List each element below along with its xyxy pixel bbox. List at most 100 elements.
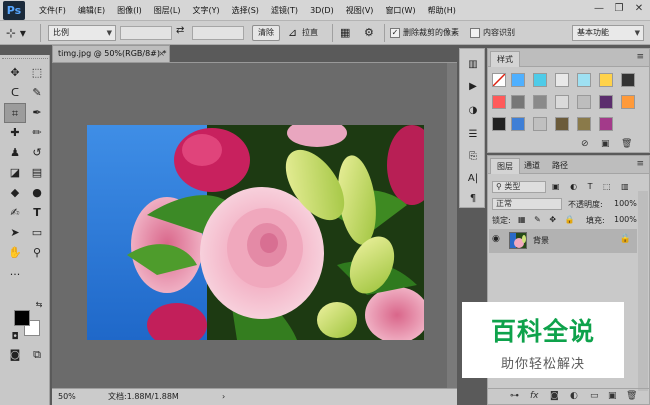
eye-icon[interactable]: ◉ (492, 234, 500, 244)
overlay-grid-icon[interactable]: ▦ (340, 25, 350, 41)
blur-tool-icon[interactable]: ◆ (4, 183, 26, 203)
character-panel-icon[interactable]: A| (465, 171, 481, 187)
path-selection-tool-icon[interactable]: ➤ (4, 223, 26, 243)
new-style-icon[interactable]: ▣ (601, 139, 610, 149)
new-layer-icon[interactable]: ▣ (608, 391, 617, 401)
menu-layer[interactable]: 图层(L) (148, 0, 187, 21)
blend-mode-select[interactable]: 正常 (492, 198, 562, 210)
folder-icon[interactable]: ▭ (590, 391, 599, 401)
menu-view[interactable]: 视图(V) (340, 0, 380, 21)
trash-icon[interactable]: 🗑 (621, 139, 632, 149)
pen-tool-icon[interactable]: ✍ (4, 203, 26, 223)
menu-type[interactable]: 文字(Y) (186, 0, 225, 21)
style-swatch[interactable] (621, 95, 635, 109)
adjustments-panel-icon[interactable]: ◑ (465, 103, 481, 119)
menu-select[interactable]: 选择(S) (226, 0, 265, 21)
clone-source-panel-icon[interactable]: ⎘ (465, 149, 481, 165)
type-tool-icon[interactable]: T (26, 203, 48, 223)
swap-colors-icon[interactable]: ⇆ (28, 295, 50, 315)
style-swatch[interactable] (599, 117, 613, 131)
fx-icon[interactable]: fx (530, 391, 539, 401)
eyedropper-tool-icon[interactable]: ✒ (26, 103, 48, 123)
eraser-tool-icon[interactable]: ◪ (4, 163, 26, 183)
style-swatch[interactable] (533, 73, 547, 87)
menu-file[interactable]: 文件(F) (33, 0, 72, 21)
delete-cropped-checkbox[interactable]: ✓ (390, 28, 400, 38)
panel-menu-icon[interactable]: ≡ (636, 52, 644, 62)
tab-paths[interactable]: 路径 (546, 158, 574, 174)
swap-dimensions-icon[interactable]: ⇄ (176, 25, 188, 36)
actions-play-icon[interactable]: ▶ (465, 79, 481, 95)
layer-filter-icons[interactable]: ▣ ◐ T ⬚ ▥ (552, 182, 633, 191)
tab-styles[interactable]: 样式 (490, 51, 520, 67)
zoom-level[interactable]: 50% (58, 389, 76, 405)
style-swatch[interactable] (599, 73, 613, 87)
style-swatch[interactable] (511, 117, 525, 131)
style-swatch[interactable] (599, 95, 613, 109)
style-swatch[interactable] (555, 117, 569, 131)
document-tab[interactable]: timg.jpg @ 50%(RGB/8#) * × (52, 45, 170, 62)
style-swatch[interactable] (555, 73, 569, 87)
brush-tool-icon[interactable]: ✏ (26, 123, 48, 143)
clear-style-icon[interactable]: ⊘ (581, 139, 589, 149)
tab-channels[interactable]: 通道 (518, 158, 546, 174)
healing-brush-tool-icon[interactable]: ✚ (4, 123, 26, 143)
rectangle-tool-icon[interactable]: ▭ (26, 223, 48, 243)
menu-3d[interactable]: 3D(D) (304, 0, 340, 21)
lock-icons[interactable]: ▦ ✎ ✥ 🔒 (518, 215, 578, 224)
style-swatch[interactable] (533, 95, 547, 109)
style-swatch[interactable] (555, 95, 569, 109)
menu-window[interactable]: 窗口(W) (379, 0, 421, 21)
gear-icon[interactable]: ⚙ (364, 25, 374, 41)
quick-mask-icon[interactable]: ◙ (4, 345, 26, 365)
opacity-value[interactable]: 100% (614, 199, 637, 208)
menu-image[interactable]: 图像(I) (111, 0, 148, 21)
width-input[interactable] (120, 26, 172, 40)
crop-tool-preset-icon[interactable]: ⊹ ▾ (6, 24, 36, 42)
style-swatch[interactable] (621, 73, 635, 87)
panel-menu-icon[interactable]: ≡ (636, 159, 644, 169)
height-input[interactable] (192, 26, 244, 40)
move-tool-icon[interactable]: ✥ (4, 63, 26, 83)
link-layers-icon[interactable]: ⊶ (510, 391, 519, 401)
status-menu-arrow[interactable]: › (222, 389, 225, 405)
style-swatch-none[interactable] (492, 73, 506, 87)
workspace-select[interactable]: 基本功能 ▼ (572, 25, 644, 41)
style-swatch[interactable] (577, 117, 591, 131)
default-colors-icon[interactable]: ◘ (4, 327, 26, 347)
close-icon[interactable]: × (158, 46, 165, 62)
menu-edit[interactable]: 编辑(E) (72, 0, 111, 21)
adjustment-layer-icon[interactable]: ◐ (570, 391, 578, 401)
properties-panel-icon[interactable]: ☰ (465, 127, 481, 143)
layer-mask-icon[interactable]: ◙ (550, 391, 559, 401)
minimize-button[interactable]: — (592, 2, 606, 16)
menu-filter[interactable]: 滤镜(T) (265, 0, 304, 21)
clone-stamp-tool-icon[interactable]: ♟ (4, 143, 26, 163)
trash-icon[interactable]: 🗑 (626, 391, 637, 401)
quick-select-tool-icon[interactable]: ✎ (26, 83, 48, 103)
layer-kind-filter[interactable]: ⚲ 类型 (492, 181, 546, 193)
style-swatch[interactable] (511, 73, 525, 87)
toolbar-grip[interactable] (2, 58, 48, 62)
paragraph-panel-icon[interactable]: ¶ (465, 191, 481, 207)
gradient-tool-icon[interactable]: ▤ (26, 163, 48, 183)
close-button[interactable]: ✕ (632, 2, 646, 16)
tab-layers[interactable]: 图层 (490, 158, 520, 174)
layer-row-background[interactable]: ◉ 背景 🔒 (489, 229, 637, 253)
lasso-tool-icon[interactable]: ᑕ (4, 83, 26, 103)
document-image[interactable] (87, 125, 424, 340)
ratio-select[interactable]: 比例 ▼ (48, 25, 116, 41)
vertical-scrollbar[interactable] (447, 63, 457, 388)
screen-mode-icon[interactable]: ⧉ (26, 345, 48, 365)
style-swatch[interactable] (577, 73, 591, 87)
style-swatch[interactable] (511, 95, 525, 109)
crop-tool-icon[interactable]: ⌗ (4, 103, 26, 123)
fill-value[interactable]: 100% (614, 215, 637, 224)
marquee-tool-icon[interactable]: ⬚ (26, 63, 48, 83)
zoom-tool-icon[interactable]: ⚲ (26, 243, 48, 263)
dodge-tool-icon[interactable]: ● (26, 183, 48, 203)
straighten-icon[interactable]: ⊿ (288, 25, 297, 41)
restore-button[interactable]: ❐ (612, 2, 626, 16)
history-brush-tool-icon[interactable]: ↺ (26, 143, 48, 163)
clear-button[interactable]: 清除 (252, 25, 280, 41)
